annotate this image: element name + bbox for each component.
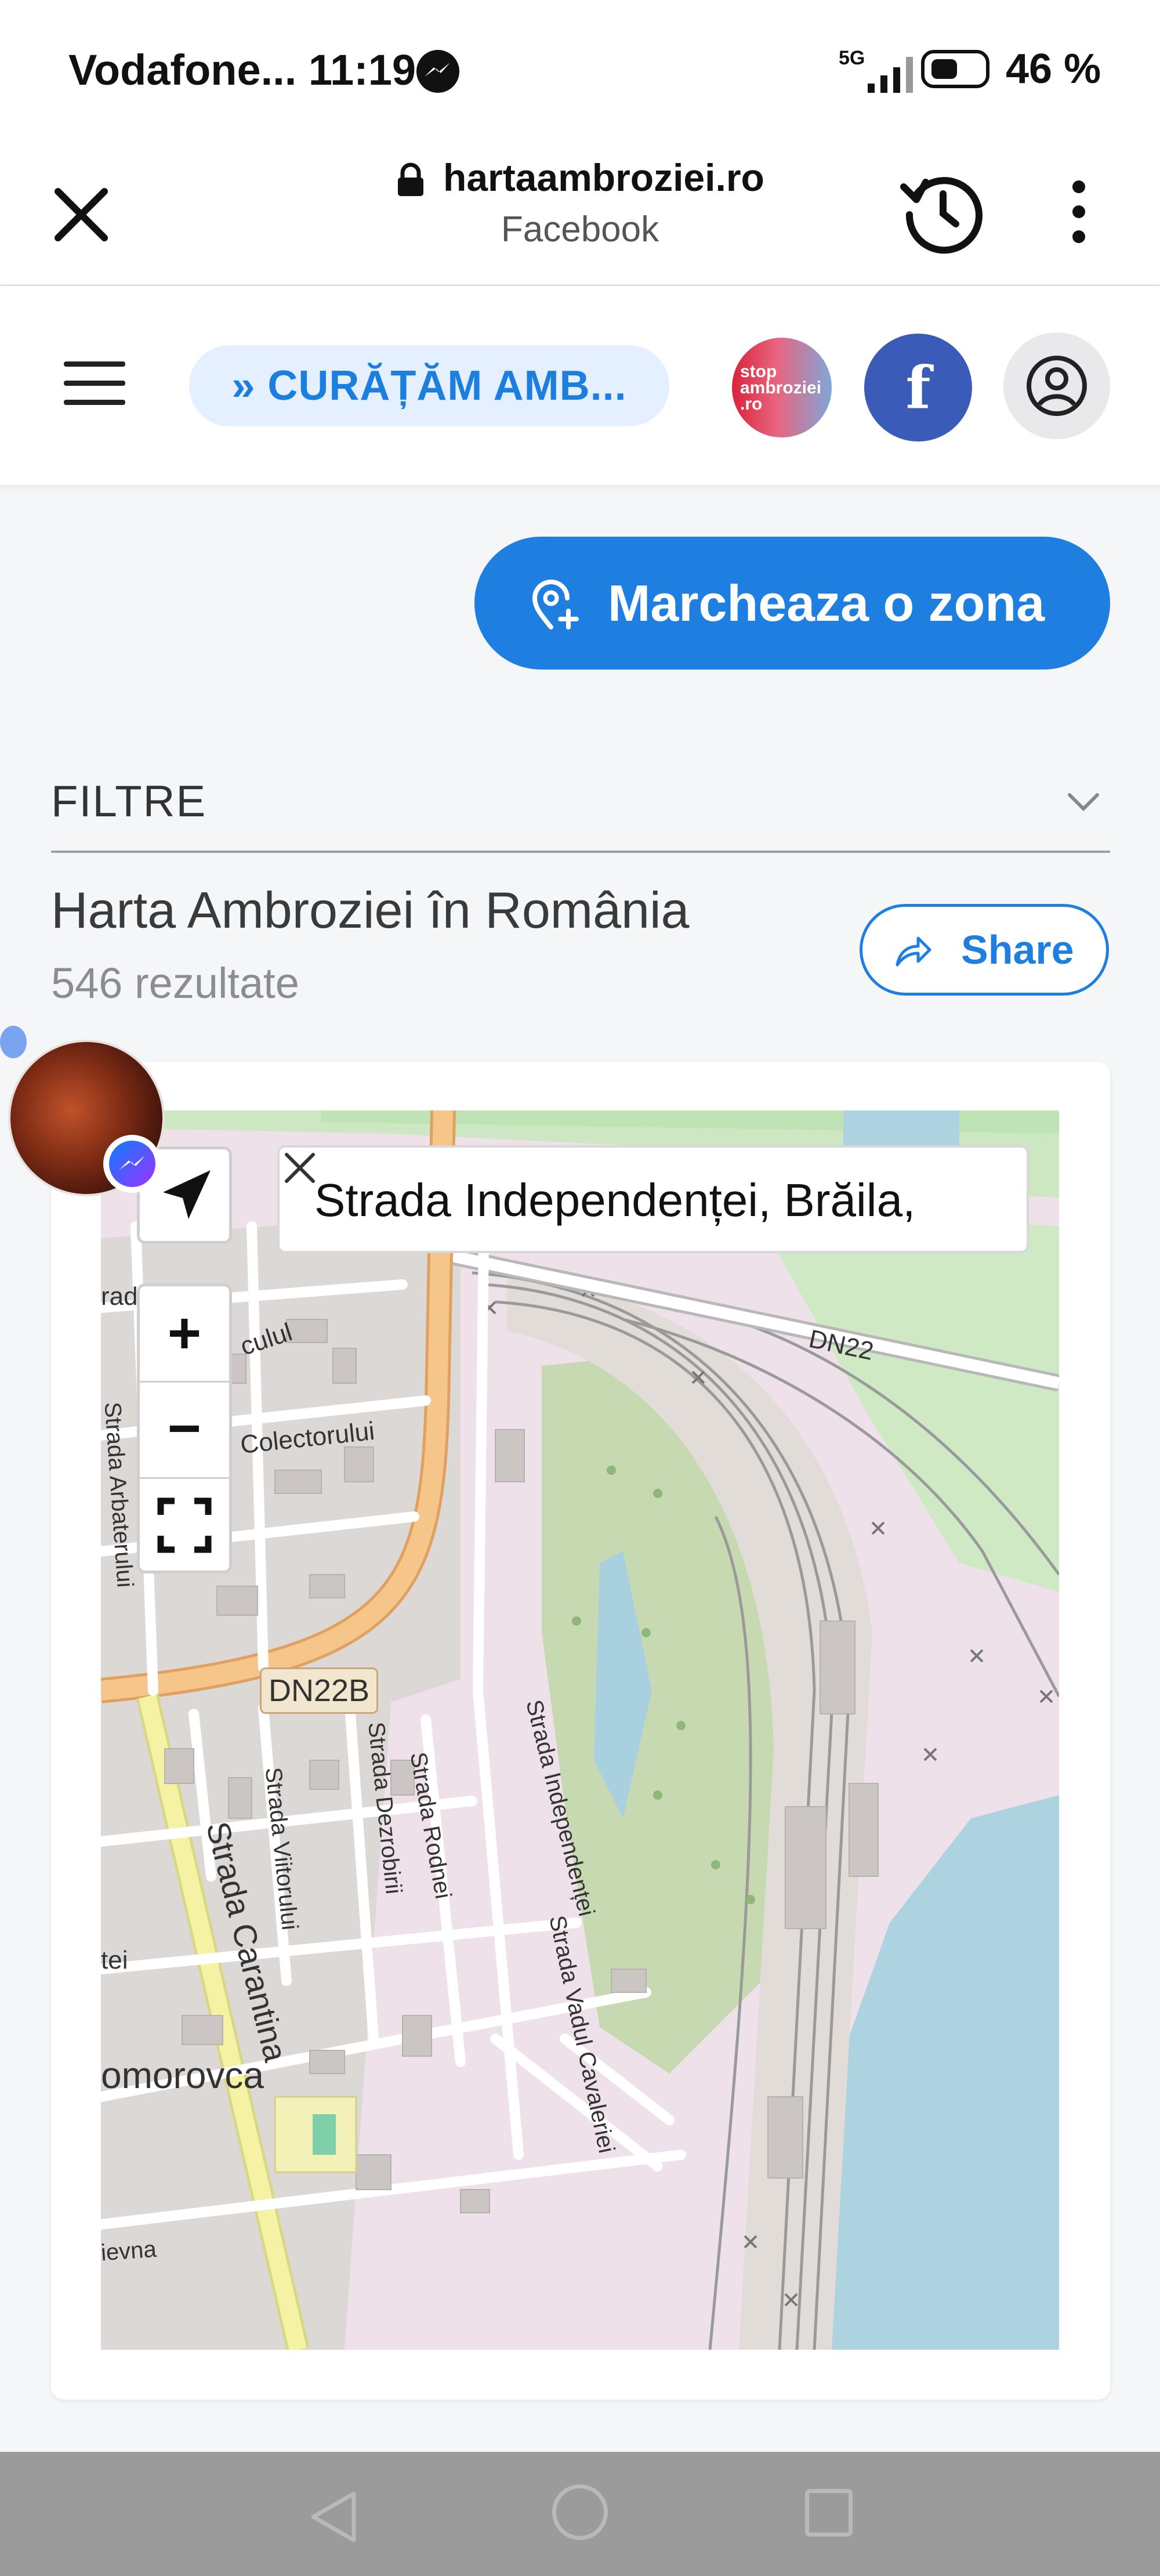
facebook-button[interactable]: f bbox=[864, 334, 972, 442]
map-search-box bbox=[277, 1145, 1029, 1253]
page-domain: hartaambroziei.ro bbox=[443, 156, 764, 199]
fullscreen-icon bbox=[157, 1497, 212, 1553]
map-view[interactable]: DN22B DN22 Colectorului culul rad Strada… bbox=[101, 1110, 1059, 2350]
results-count: 546 rezultate bbox=[51, 959, 299, 1007]
map-search-input[interactable] bbox=[314, 1168, 929, 1232]
fullscreen-button[interactable] bbox=[140, 1479, 229, 1571]
zoom-out-button[interactable]: − bbox=[140, 1383, 229, 1479]
page-title: Harta Ambroziei în România bbox=[51, 881, 690, 939]
map-label-rad: rad bbox=[101, 1282, 138, 1311]
chevron-down-icon[interactable] bbox=[1065, 789, 1102, 815]
share-label: Share bbox=[961, 927, 1074, 972]
back-icon[interactable] bbox=[302, 2488, 365, 2546]
network-type: 5G bbox=[839, 47, 865, 69]
history-icon[interactable] bbox=[893, 161, 992, 260]
add-location-icon bbox=[532, 580, 579, 629]
zoom-out-label: − bbox=[167, 1396, 202, 1461]
map-card: DN22B DN22 Colectorului culul rad Strada… bbox=[51, 1062, 1110, 2400]
map-label-comorovca: omorovca bbox=[101, 2054, 264, 2096]
clear-search-icon[interactable] bbox=[280, 1148, 320, 1188]
more-vert-icon[interactable] bbox=[1056, 168, 1102, 255]
status-carrier-time: Vodafone... 11:19 bbox=[68, 45, 416, 95]
recent-apps-icon[interactable] bbox=[805, 2489, 853, 2537]
stop-ambroziei-logo[interactable]: stop ambroziei .ro bbox=[732, 338, 832, 437]
map-label-tei: tei bbox=[101, 1946, 128, 1974]
battery-icon bbox=[921, 50, 989, 88]
map-tiles bbox=[101, 1110, 1059, 2350]
share-button[interactable]: Share bbox=[860, 904, 1109, 996]
zoom-controls: + − bbox=[137, 1283, 232, 1573]
account-icon[interactable] bbox=[1003, 332, 1110, 439]
system-navigation-bar bbox=[0, 2452, 1160, 2576]
zoom-in-button[interactable]: + bbox=[140, 1286, 229, 1383]
battery-percent: 46 % bbox=[1006, 46, 1101, 92]
filters-divider bbox=[51, 851, 1110, 853]
map-label-nevna: ievna bbox=[101, 2236, 158, 2266]
mark-zone-label: Marcheaza o zona bbox=[608, 574, 1045, 632]
lock-icon bbox=[398, 162, 423, 196]
messenger-notification-icon bbox=[416, 50, 459, 93]
filters-toggle[interactable]: FILTRE bbox=[51, 776, 206, 827]
in-app-browser-bar: hartaambroziei.ro Facebook bbox=[0, 139, 1160, 286]
road-label-dn22b: DN22B bbox=[260, 1667, 378, 1714]
logo-line-3: .ro bbox=[740, 395, 763, 414]
facebook-icon: f bbox=[905, 353, 931, 422]
carrier-name: Vodafone... bbox=[68, 46, 297, 94]
chathead-edge-indicator bbox=[0, 1026, 27, 1058]
clock: 11:19 bbox=[308, 46, 416, 94]
status-bar: Vodafone... 11:19 5G 46 % bbox=[0, 0, 1160, 139]
share-icon bbox=[896, 936, 931, 967]
hamburger-icon[interactable] bbox=[64, 361, 125, 406]
mark-zone-button[interactable]: Marcheaza o zona bbox=[474, 537, 1110, 670]
zoom-in-label: + bbox=[167, 1301, 202, 1366]
home-icon[interactable] bbox=[552, 2484, 608, 2540]
messenger-badge-icon bbox=[103, 1135, 161, 1193]
battery-fill bbox=[931, 59, 957, 79]
site-header: » CURĂȚĂM AMB... stop ambroziei .ro f bbox=[0, 286, 1160, 485]
messenger-logo bbox=[109, 1141, 155, 1187]
campaign-banner-button[interactable]: » CURĂȚĂM AMB... bbox=[189, 345, 669, 426]
